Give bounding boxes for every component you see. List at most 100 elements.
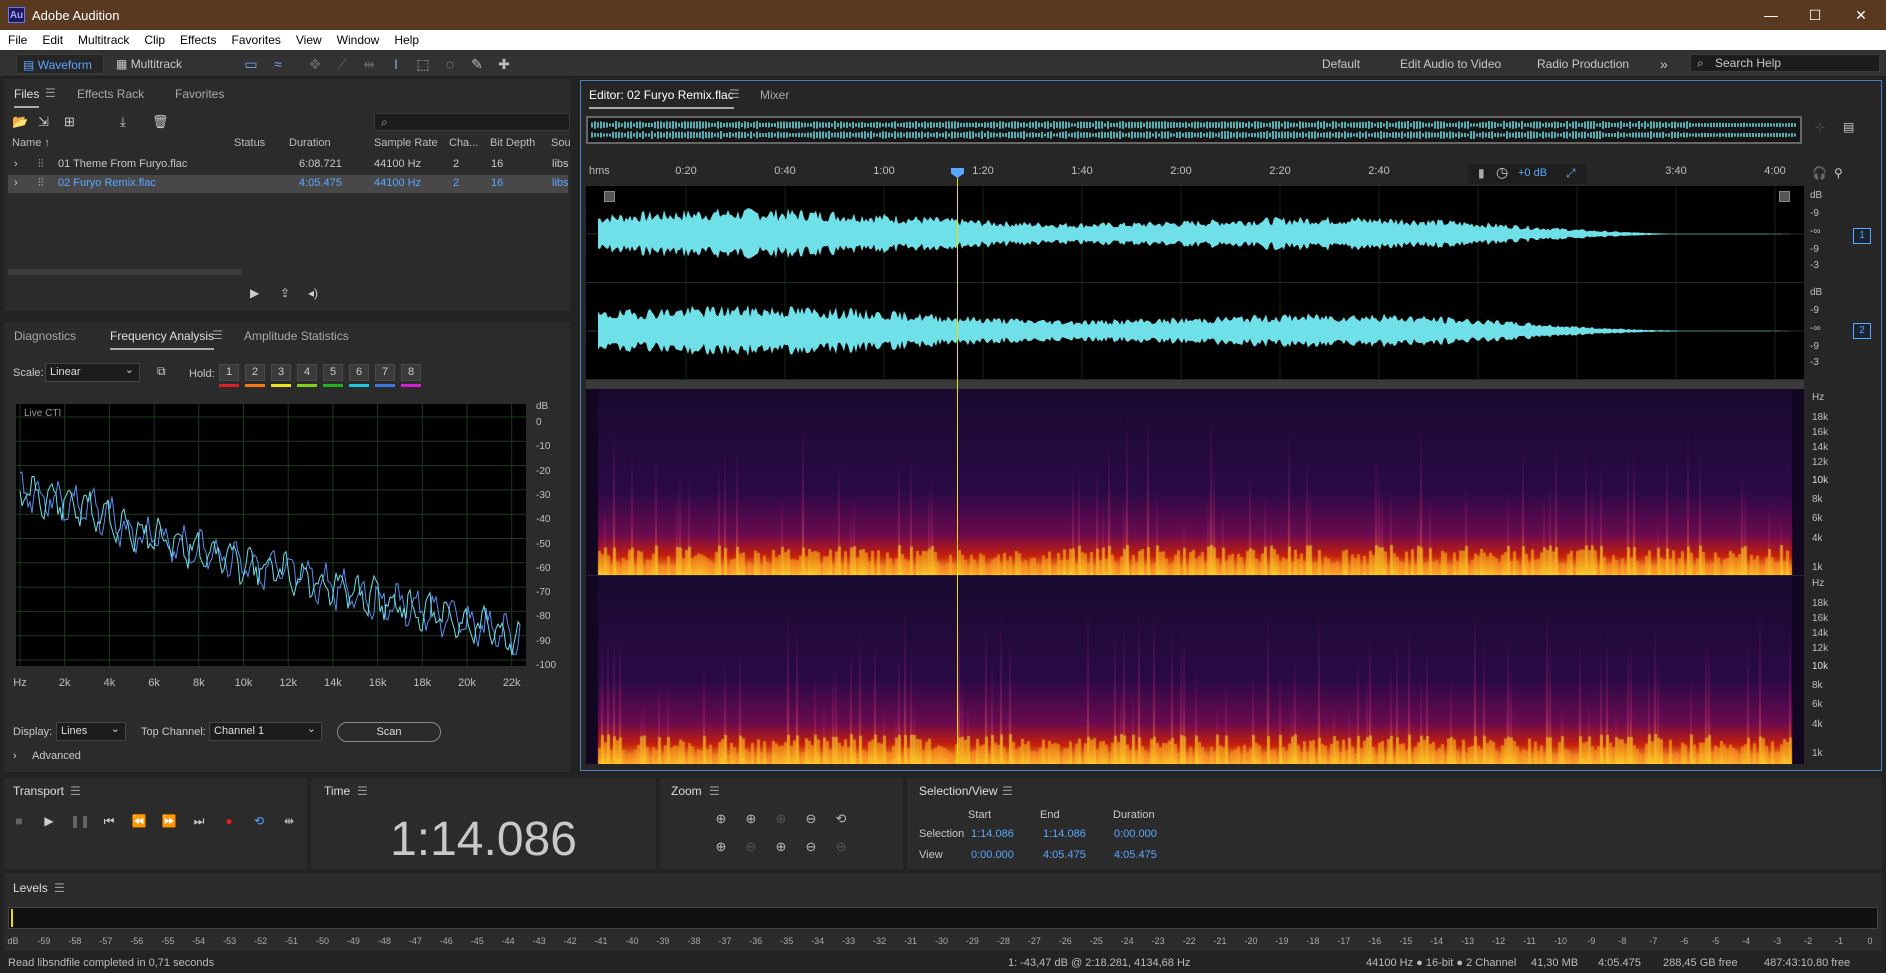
play-icon[interactable]: ▶: [40, 812, 58, 830]
col-duration[interactable]: Duration: [289, 137, 331, 149]
loop-preview-icon[interactable]: ⇪: [280, 286, 290, 300]
files-scrollbar[interactable]: [8, 269, 242, 275]
frequency-menu-icon[interactable]: ☰: [212, 328, 223, 342]
marker-icon[interactable]: ⚲: [1834, 166, 1843, 180]
multitrack-view-button[interactable]: ▦ Multitrack: [110, 54, 196, 74]
volume-hud[interactable]: ▮ ◷ +0 dB ⤢: [1468, 164, 1586, 184]
tab-favorites[interactable]: Favorites: [175, 86, 224, 102]
tab-editor[interactable]: Editor: 02 Furyo Remix.flac: [589, 87, 734, 109]
view-duration[interactable]: 4:05.475: [1114, 849, 1157, 861]
volume-knob-icon[interactable]: ◷: [1496, 164, 1508, 181]
headphones-icon[interactable]: 🎧: [1812, 166, 1827, 180]
pin-icon[interactable]: ⤢: [1566, 166, 1576, 181]
zoom-out-selection-icon[interactable]: ⊖: [831, 837, 851, 857]
volume-value[interactable]: +0 dB: [1518, 167, 1547, 179]
menu-effects[interactable]: Effects: [172, 30, 223, 48]
time-menu-icon[interactable]: ☰: [357, 784, 368, 798]
spectral-display-icon[interactable]: ▭: [241, 54, 261, 74]
advanced-expand-icon[interactable]: ›: [13, 750, 17, 762]
spectrogram-channel-1[interactable]: [586, 389, 1804, 575]
open-file-icon[interactable]: 📂: [12, 114, 28, 130]
maximize-icon[interactable]: ☐: [1800, 4, 1830, 26]
col-source[interactable]: Sou: [551, 137, 571, 149]
tab-frequency-analysis[interactable]: Frequency Analysis: [110, 328, 215, 350]
record-icon[interactable]: ●: [220, 812, 238, 830]
zoom-selection-icon[interactable]: ⊖: [801, 837, 821, 857]
channel-1-badge[interactable]: 1: [1853, 228, 1871, 244]
hold-button-2[interactable]: 2: [245, 364, 265, 381]
expand-icon[interactable]: ›: [14, 177, 18, 189]
waveform-channel-2[interactable]: [586, 283, 1804, 379]
transport-menu-icon[interactable]: ☰: [70, 784, 81, 798]
move-tool-icon[interactable]: ✥: [305, 54, 325, 74]
tab-mixer[interactable]: Mixer: [760, 87, 789, 103]
overview-navigator[interactable]: [586, 116, 1802, 144]
healing-tool-icon[interactable]: ✚: [494, 54, 514, 74]
previous-icon[interactable]: ⏮: [100, 812, 118, 830]
hold-button-6[interactable]: 6: [349, 364, 369, 381]
hold-button-7[interactable]: 7: [375, 364, 395, 381]
menu-edit[interactable]: Edit: [34, 30, 70, 48]
waveform-channel-1[interactable]: [586, 186, 1804, 282]
view-start[interactable]: 0:00.000: [971, 849, 1014, 861]
zoom-out-full-icon[interactable]: ⊖: [801, 809, 821, 829]
brush-tool-icon[interactable]: ✎: [467, 54, 487, 74]
play-preview-icon[interactable]: ▶: [250, 286, 259, 300]
top-channel-dropdown[interactable]: Channel 1: [209, 721, 322, 741]
insert-icon[interactable]: ⤓: [120, 114, 126, 130]
levels-menu-icon[interactable]: ☰: [54, 881, 65, 895]
rewind-icon[interactable]: ⏪: [130, 812, 148, 830]
stop-icon[interactable]: ■: [10, 812, 28, 830]
editor-menu-icon[interactable]: ☰: [729, 87, 740, 101]
zoom-out-amplitude-icon[interactable]: ⊕: [741, 809, 761, 829]
workspace-edit-audio-to-video[interactable]: Edit Audio to Video: [1400, 54, 1501, 74]
col-name[interactable]: Name ↑: [12, 137, 50, 149]
files-search-input[interactable]: ⌕: [374, 113, 570, 131]
import-file-icon[interactable]: ⇲: [38, 114, 49, 130]
fade-in-handle[interactable]: [604, 191, 615, 202]
table-row[interactable]: › ⫶⫶ 02 Furyo Remix.flac 4:05.475 44100 …: [8, 175, 569, 193]
zoom-in-point-icon[interactable]: ⊕: [771, 809, 791, 829]
selection-menu-icon[interactable]: ☰: [1002, 784, 1013, 798]
fast-forward-icon[interactable]: ⏩: [160, 812, 178, 830]
selection-end[interactable]: 1:14.086: [1043, 828, 1086, 840]
tab-files[interactable]: Files: [14, 86, 40, 108]
scan-button[interactable]: Scan: [337, 722, 441, 742]
scale-dropdown[interactable]: Linear: [45, 362, 140, 382]
tab-amplitude-statistics[interactable]: Amplitude Statistics: [244, 328, 349, 344]
zoom-fit-icon[interactable]: ⊹: [1815, 120, 1825, 134]
slip-tool-icon[interactable]: ⇹: [359, 54, 379, 74]
menu-clip[interactable]: Clip: [136, 30, 172, 48]
spectrogram-channel-2[interactable]: [586, 576, 1804, 764]
lasso-tool-icon[interactable]: ◌: [440, 54, 460, 74]
workspace-default[interactable]: Default: [1322, 54, 1360, 74]
waveform-view-button[interactable]: ▤ Waveform: [16, 54, 104, 74]
menu-window[interactable]: Window: [329, 30, 387, 48]
table-row[interactable]: › ⫶⫶ 01 Theme From Furyo.flac 6:08.721 4…: [8, 156, 569, 174]
close-icon[interactable]: ✕: [1846, 4, 1876, 26]
tab-diagnostics[interactable]: Diagnostics: [14, 328, 76, 344]
autoplay-icon[interactable]: ◂): [308, 286, 318, 300]
tab-effects-rack[interactable]: Effects Rack: [77, 86, 144, 102]
col-status[interactable]: Status: [234, 137, 265, 149]
hold-button-4[interactable]: 4: [297, 364, 317, 381]
zoom-to-selection-icon[interactable]: ⊕: [771, 837, 791, 857]
minimize-icon[interactable]: —: [1756, 4, 1786, 26]
hold-button-3[interactable]: 3: [271, 364, 291, 381]
selection-start[interactable]: 1:14.086: [971, 828, 1014, 840]
zoom-in-time-icon[interactable]: ⊕: [711, 837, 731, 857]
col-channels[interactable]: Cha...: [449, 137, 478, 149]
workspace-radio-production[interactable]: Radio Production: [1537, 54, 1629, 74]
fade-out-handle[interactable]: [1779, 191, 1790, 202]
more-workspaces-icon[interactable]: »: [1660, 54, 1668, 74]
zoom-menu-icon[interactable]: ☰: [709, 784, 720, 798]
hold-button-5[interactable]: 5: [323, 364, 343, 381]
channel-2-badge[interactable]: 2: [1853, 323, 1871, 339]
new-file-icon[interactable]: ⊞: [64, 114, 75, 130]
loop-icon[interactable]: ⟲: [250, 812, 268, 830]
playhead[interactable]: [951, 168, 964, 764]
col-bit-depth[interactable]: Bit Depth: [490, 137, 535, 149]
search-help-input[interactable]: ⌕ Search Help: [1690, 54, 1880, 72]
hold-button-8[interactable]: 8: [401, 364, 421, 381]
copy-graph-icon[interactable]: ⧉: [157, 364, 166, 379]
